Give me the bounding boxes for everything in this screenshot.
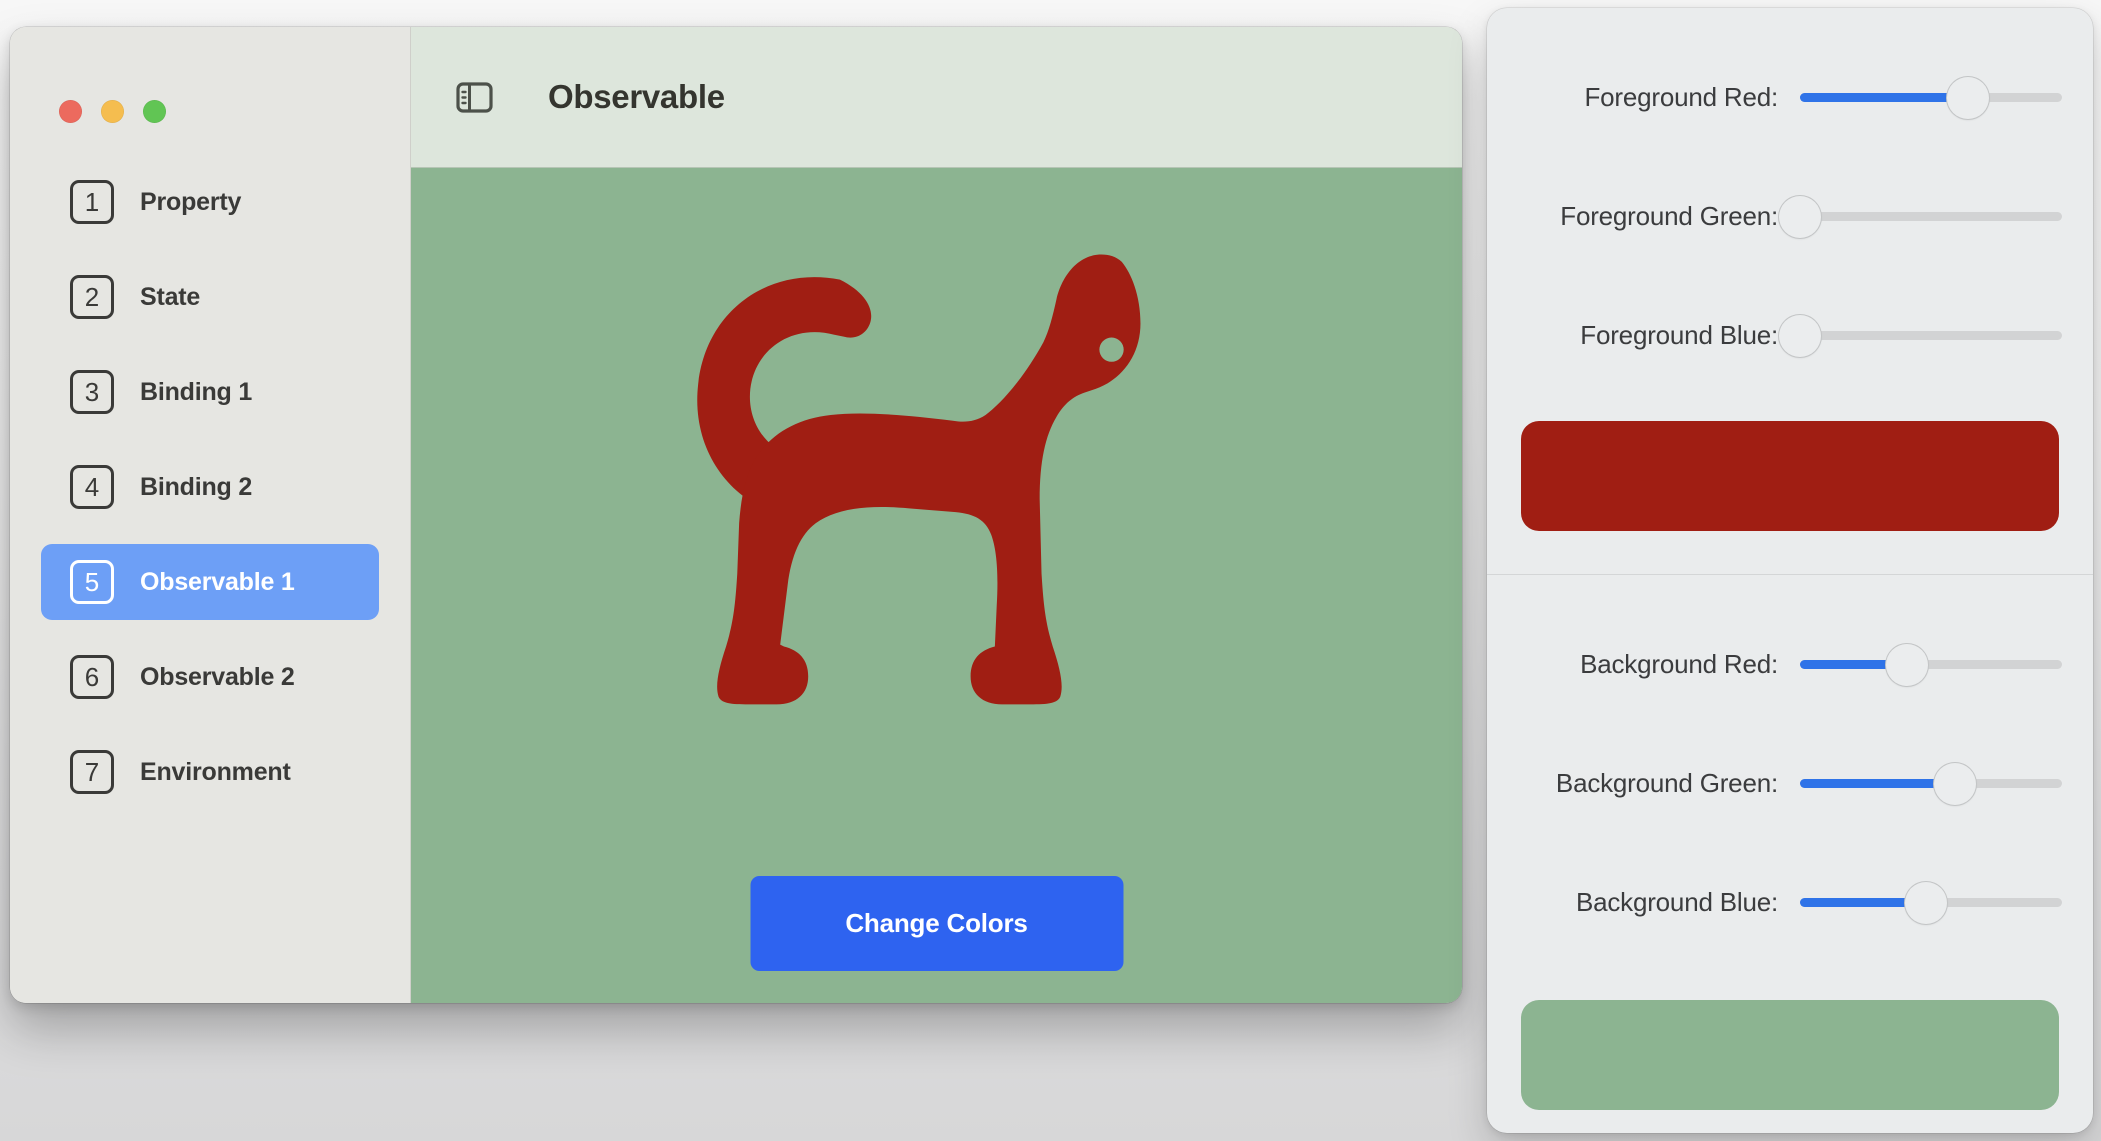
- foreground-green-slider[interactable]: [1779, 195, 2062, 239]
- slider-track: [1800, 331, 2062, 340]
- sidebar-item-label: Observable 2: [140, 662, 295, 691]
- color-inspector-popover: Foreground Red: Foreground Green: Foregr…: [1487, 8, 2093, 1133]
- foreground-red-row: Foreground Red:: [1487, 38, 2093, 157]
- slider-thumb[interactable]: [1779, 195, 1821, 238]
- minimize-window-button[interactable]: [101, 100, 124, 123]
- background-green-label: Background Green:: [1555, 768, 1778, 798]
- window-controls: [59, 100, 166, 123]
- main-window: 1 Property 2 State 3 Binding 1 4 Binding…: [10, 27, 1462, 1003]
- foreground-green-row: Foreground Green:: [1487, 157, 2093, 276]
- sidebar-item-label: Binding 1: [140, 377, 253, 406]
- sidebar-item-property[interactable]: 1 Property: [41, 164, 379, 240]
- slider-thumb[interactable]: [1886, 643, 1929, 686]
- foreground-blue-slider[interactable]: [1779, 314, 2062, 358]
- background-green-row: Background Green:: [1487, 724, 2093, 843]
- background-blue-row: Background Blue:: [1487, 843, 2093, 962]
- sidebar-item-observable-2[interactable]: 6 Observable 2: [41, 639, 379, 715]
- slider-thumb[interactable]: [1779, 314, 1821, 357]
- background-green-slider[interactable]: [1800, 762, 2062, 806]
- numbered-square-icon: 2: [70, 275, 114, 319]
- content-titlebar: Observable: [411, 27, 1462, 168]
- numbered-square-icon: 1: [70, 180, 114, 224]
- foreground-green-label: Foreground Green:: [1560, 201, 1778, 231]
- numbered-square-icon: 5: [70, 560, 114, 604]
- background-red-slider[interactable]: [1800, 643, 2062, 687]
- slider-fill: [1800, 779, 1955, 788]
- numbered-square-icon: 7: [70, 750, 114, 794]
- slider-fill: [1800, 93, 1968, 102]
- sidebar-item-label: State: [140, 282, 201, 311]
- foreground-red-slider[interactable]: [1800, 76, 2062, 120]
- background-red-row: Background Red:: [1487, 605, 2093, 724]
- background-red-label: Background Red:: [1580, 649, 1778, 679]
- foreground-blue-label: Foreground Blue:: [1580, 320, 1778, 350]
- sidebar-item-binding-1[interactable]: 3 Binding 1: [41, 354, 379, 430]
- slider-track: [1800, 212, 2062, 221]
- sidebar-item-binding-2[interactable]: 4 Binding 2: [41, 449, 379, 525]
- slider-thumb[interactable]: [1946, 76, 1989, 119]
- numbered-square-icon: 3: [70, 370, 114, 414]
- numbered-square-icon: 6: [70, 655, 114, 699]
- foreground-blue-row: Foreground Blue:: [1487, 276, 2093, 395]
- background-blue-slider[interactable]: [1800, 881, 2062, 925]
- sidebar-item-label: Property: [140, 187, 242, 216]
- zoom-window-button[interactable]: [143, 100, 166, 123]
- sidebar-item-state[interactable]: 2 State: [41, 259, 379, 335]
- background-blue-label: Background Blue:: [1575, 887, 1778, 917]
- foreground-color-swatch: [1521, 421, 2059, 531]
- close-window-button[interactable]: [59, 100, 82, 123]
- sidebar-toggle-icon[interactable]: [456, 81, 493, 113]
- background-color-section: Background Red: Background Green: Backgr…: [1487, 574, 2093, 1133]
- numbered-square-icon: 4: [70, 465, 114, 509]
- sidebar-item-environment[interactable]: 7 Environment: [41, 734, 379, 810]
- foreground-color-section: Foreground Red: Foreground Green: Foregr…: [1487, 8, 2093, 574]
- background-color-swatch: [1521, 1000, 2059, 1110]
- sidebar: 1 Property 2 State 3 Binding 1 4 Binding…: [10, 27, 411, 1003]
- sidebar-item-label: Observable 1: [140, 567, 295, 596]
- cat-icon: [657, 236, 1217, 706]
- slider-thumb[interactable]: [1933, 762, 1976, 805]
- sidebar-item-label: Binding 2: [140, 472, 253, 501]
- slider-thumb[interactable]: [1904, 881, 1947, 924]
- sidebar-item-label: Environment: [140, 757, 291, 786]
- preview-canvas: Change Colors: [411, 168, 1462, 1003]
- foreground-red-label: Foreground Red:: [1584, 82, 1778, 112]
- sidebar-nav-list: 1 Property 2 State 3 Binding 1 4 Binding…: [10, 164, 410, 829]
- change-colors-button[interactable]: Change Colors: [750, 876, 1123, 971]
- popover-arrow-icon: [1487, 1121, 1490, 1133]
- sidebar-item-observable-1[interactable]: 5 Observable 1: [41, 544, 379, 620]
- content-pane: Observable Change Colors: [411, 27, 1462, 1003]
- page-title: Observable: [548, 78, 725, 115]
